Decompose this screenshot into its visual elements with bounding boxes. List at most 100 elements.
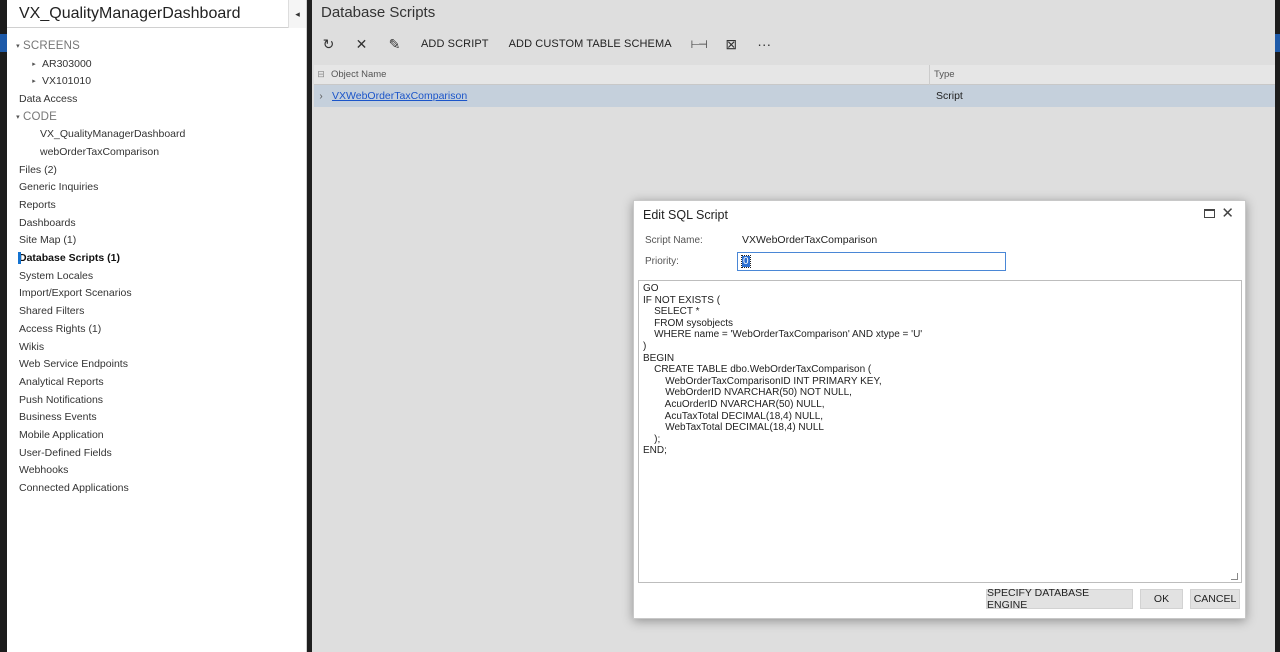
tree-item-label: Analytical Reports — [19, 375, 104, 388]
chevron-right-icon[interactable]: ▸ — [29, 77, 39, 85]
tree-item-label: Business Events — [19, 411, 97, 424]
tree-item-wikis[interactable]: Wikis — [7, 338, 306, 356]
tree-item-label: Dashboards — [19, 216, 76, 229]
tree-item-webhooks[interactable]: Webhooks — [7, 462, 306, 480]
tree-item-import-export-scenarios[interactable]: Import/Export Scenarios — [7, 285, 306, 303]
tree-item-label: Import/Export Scenarios — [19, 287, 132, 300]
tree-item-shared-filters[interactable]: Shared Filters — [7, 302, 306, 320]
tree-item-label: VX101010 — [42, 75, 92, 88]
tree-item-web-service-endpoints[interactable]: Web Service Endpoints — [7, 355, 306, 373]
tree-item-label: User-Defined Fields — [19, 446, 112, 459]
tree-item-label: SCREENS — [23, 39, 80, 52]
tree-item-label: Data Access — [19, 92, 78, 105]
resize-grip-icon[interactable] — [1231, 573, 1238, 580]
tree-item-label: AR303000 — [42, 57, 92, 70]
tree-item-reports[interactable]: Reports — [7, 196, 306, 214]
chevron-down-icon[interactable]: ▾ — [13, 42, 23, 50]
tree-item-label: CODE — [23, 110, 58, 123]
object-name-link[interactable]: VXWebOrderTaxComparison — [332, 90, 467, 102]
tree-item-mobile-application[interactable]: Mobile Application — [7, 426, 306, 444]
tree-item-code[interactable]: ▾ CODE — [7, 108, 306, 126]
chevron-down-icon[interactable]: ▾ — [13, 113, 23, 121]
refresh-icon[interactable]: ↻ — [312, 32, 345, 56]
tree-item-data-access[interactable]: Data Access — [7, 90, 306, 108]
left-edge-accent — [0, 34, 7, 52]
grid-header: ⊟ Object Name Type — [314, 64, 1275, 85]
tree-item-vx101010[interactable]: ▸ VX101010 — [7, 72, 306, 90]
edit-sql-script-dialog: Edit SQL Script ✕ Script Name: VXWebOrde… — [633, 200, 1246, 619]
scripts-grid: ⊟ Object Name Type › VXWebOrderTaxCompar… — [314, 64, 1275, 107]
toolbar: ↻ ✕ ✎ ADD SCRIPT ADD CUSTOM TABLE SCHEMA… — [312, 32, 781, 56]
cancel-button[interactable]: CANCEL — [1190, 589, 1240, 609]
column-header-object-name[interactable]: Object Name — [328, 64, 930, 85]
add-script-button[interactable]: ADD SCRIPT — [411, 32, 499, 56]
tree-item-connected-applications[interactable]: Connected Applications — [7, 479, 306, 497]
tree-item-label: Database Scripts (1) — [19, 252, 120, 265]
tree-item-label: Shared Filters — [19, 305, 85, 318]
tree-item-system-locales[interactable]: System Locales — [7, 267, 306, 285]
priority-value: 0 — [741, 255, 751, 268]
chevron-left-icon: ◂ — [295, 8, 300, 19]
project-title: VX_QualityManagerDashboard — [19, 4, 241, 22]
object-name-cell: VXWebOrderTaxComparison — [328, 90, 930, 102]
dialog-title: Edit SQL Script — [643, 208, 728, 222]
tree-item-push-notifications[interactable]: Push Notifications — [7, 391, 306, 409]
tree-item-user-defined-fields[interactable]: User-Defined Fields — [7, 444, 306, 462]
tree-item-screens[interactable]: ▾ SCREENS — [7, 37, 306, 55]
tree-item-label: Wikis — [19, 340, 45, 353]
tree-item-business-events[interactable]: Business Events — [7, 408, 306, 426]
row-selector-icon[interactable]: ⊟ — [314, 69, 328, 80]
specify-database-engine-button[interactable]: SPECIFY DATABASE ENGINE — [986, 587, 1133, 611]
tree-item-label: Push Notifications — [19, 393, 104, 406]
tree-item-label: Web Service Endpoints — [19, 358, 128, 371]
tree-item-label: webOrderTaxComparison — [40, 145, 160, 158]
more-icon[interactable]: ··· — [748, 32, 781, 56]
project-tree: ▾ SCREENS ▸ AR303000 ▸ VX101010 Data Access ▾ CO… — [7, 28, 306, 497]
chevron-right-icon[interactable]: ▸ — [29, 60, 39, 68]
active-indicator — [18, 252, 21, 265]
add-custom-table-schema-button[interactable]: ADD CUSTOM TABLE SCHEMA — [499, 32, 682, 56]
export-excel-icon[interactable]: ⊠ — [715, 32, 748, 56]
priority-label: Priority: — [645, 256, 679, 267]
tree-item-label: System Locales — [19, 269, 94, 282]
priority-input[interactable]: 0 — [737, 252, 1006, 271]
type-cell: Script — [936, 90, 963, 102]
delete-icon[interactable]: ✕ — [345, 32, 378, 56]
script-name-label: Script Name: — [645, 235, 703, 246]
project-tree-panel: VX_QualityManagerDashboard ◂ ▾ SCREENS ▸ AR… — [7, 0, 307, 652]
tree-item-vx-qualitymanagerdashboard[interactable]: VX_QualityManagerDashboard — [7, 125, 306, 143]
tree-item-label: Connected Applications — [19, 482, 129, 495]
tree-item-label: Files (2) — [19, 163, 57, 176]
column-header-type[interactable]: Type — [930, 69, 955, 80]
right-edge-strip — [1275, 0, 1280, 652]
tree-item-label: Reports — [19, 199, 56, 212]
tree-item-generic-inquiries[interactable]: Generic Inquiries — [7, 179, 306, 197]
tree-item-site-map-1[interactable]: Site Map (1) — [7, 232, 306, 250]
tree-item-label: Generic Inquiries — [19, 181, 99, 194]
tree-item-label: Mobile Application — [19, 428, 104, 441]
sql-script-editor[interactable]: GO IF NOT EXISTS ( SELECT * FROM sysobje… — [638, 280, 1242, 583]
tree-item-webordertaxcomparison[interactable]: webOrderTaxComparison — [7, 143, 306, 161]
tree-item-dashboards[interactable]: Dashboards — [7, 214, 306, 232]
tree-item-label: VX_QualityManagerDashboard — [40, 128, 186, 141]
tree-item-analytical-reports[interactable]: Analytical Reports — [7, 373, 306, 391]
table-row[interactable]: › VXWebOrderTaxComparison Script — [314, 85, 1275, 107]
tree-item-label: Webhooks — [19, 464, 69, 477]
page-title: Database Scripts — [321, 4, 436, 21]
script-name-value: VXWebOrderTaxComparison — [742, 234, 878, 246]
tree-item-database-scripts-1[interactable]: Database Scripts (1) — [7, 249, 306, 267]
tree-item-label: Access Rights (1) — [19, 322, 102, 335]
tree-item-label: Site Map (1) — [19, 234, 77, 247]
fit-to-screen-icon[interactable]: ⊢⊣ — [682, 32, 715, 56]
tree-item-files-2[interactable]: Files (2) — [7, 161, 306, 179]
maximize-icon[interactable] — [1204, 209, 1215, 218]
ok-button[interactable]: OK — [1140, 589, 1183, 609]
tree-item-ar303000[interactable]: ▸ AR303000 — [7, 55, 306, 73]
tree-item-access-rights-1[interactable]: Access Rights (1) — [7, 320, 306, 338]
project-header: VX_QualityManagerDashboard ◂ — [7, 0, 306, 28]
right-edge-accent — [1275, 34, 1280, 52]
collapse-panel-button[interactable]: ◂ — [288, 0, 306, 28]
expand-row-icon[interactable]: › — [314, 91, 328, 102]
edit-icon[interactable]: ✎ — [378, 32, 411, 56]
close-icon[interactable]: ✕ — [1221, 204, 1234, 222]
